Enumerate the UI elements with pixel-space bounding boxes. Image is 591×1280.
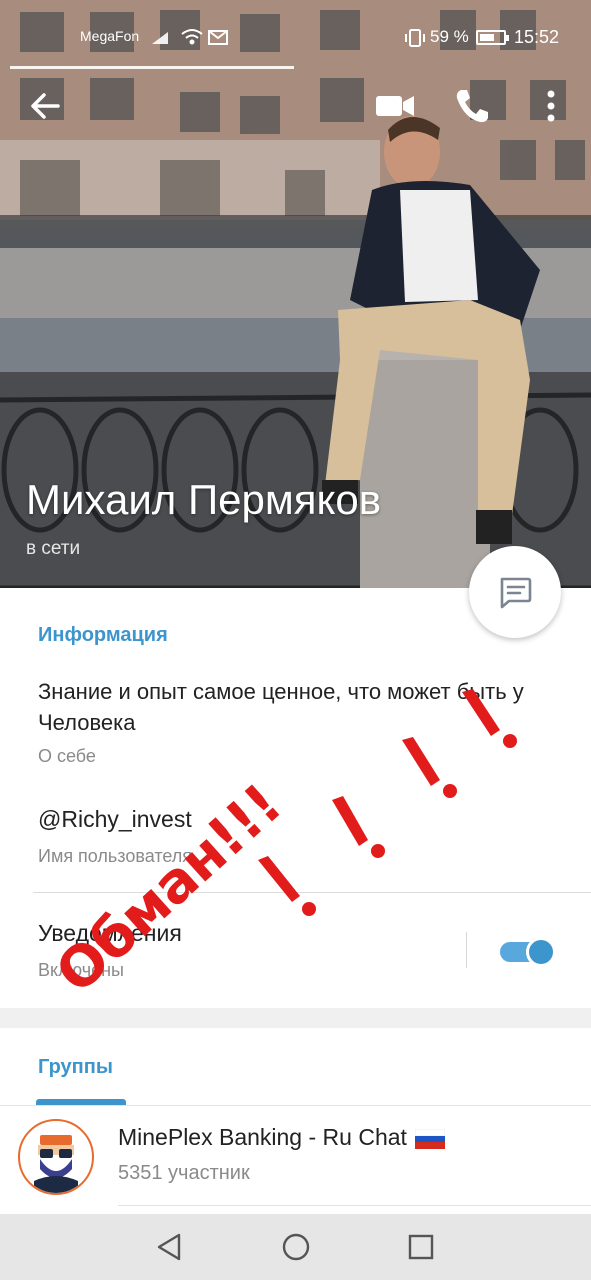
home-circle-icon[interactable]	[281, 1232, 311, 1262]
section-gap	[0, 1008, 591, 1028]
groups-tab[interactable]: Группы	[38, 1056, 113, 1079]
status-bar: MegaFon 59 % 15:52	[0, 0, 591, 70]
video-call-icon[interactable]	[374, 88, 416, 124]
toggle-knob	[526, 937, 556, 967]
profile-name: Михаил Пермяков	[26, 476, 382, 523]
info-section-title: Информация	[38, 624, 168, 646]
profile-photo-header[interactable]: MegaFon 59 % 15:52 Михаил Пермяков в сет…	[0, 0, 591, 588]
battery-icon	[476, 30, 506, 45]
username[interactable]: @Richy_invest	[38, 806, 192, 833]
group-name: MinePlex Banking - Ru Chat	[118, 1124, 446, 1151]
online-status: в сети	[26, 538, 81, 559]
send-message-button[interactable]	[469, 546, 561, 638]
divider	[33, 892, 591, 893]
clock: 15:52	[514, 27, 560, 47]
username-label: Имя пользователя	[38, 846, 193, 866]
notifications-state: Включены	[38, 960, 124, 980]
group-name-text: MinePlex Banking - Ru Chat	[118, 1124, 407, 1150]
recent-square-icon[interactable]	[408, 1234, 434, 1260]
story-progress-line	[10, 66, 294, 69]
row-divider	[118, 1205, 591, 1206]
system-navigation-bar	[0, 1214, 591, 1280]
message-icon	[500, 577, 532, 609]
notifications-toggle[interactable]	[500, 937, 556, 967]
mail-icon	[208, 30, 228, 45]
vibrate-icon	[405, 29, 425, 47]
group-avatar	[18, 1119, 94, 1195]
battery-percent: 59 %	[430, 27, 469, 46]
bio-text[interactable]: Знание и опыт самое ценное, что может бы…	[38, 676, 558, 738]
carrier-label: MegaFon	[80, 28, 140, 44]
group-member-count: 5351 участник	[118, 1162, 250, 1184]
signal-icon	[152, 32, 168, 44]
group-list-item[interactable]: MinePlex Banking - Ru Chat 5351 участник	[0, 1106, 591, 1206]
group-logo-icon	[34, 1135, 78, 1193]
toggle-separator	[466, 932, 467, 968]
battery-nub	[506, 35, 509, 41]
russia-flag-icon	[415, 1128, 446, 1149]
back-triangle-icon[interactable]	[155, 1232, 183, 1262]
back-arrow-icon[interactable]	[26, 86, 66, 126]
more-vert-icon[interactable]	[538, 88, 564, 124]
wifi-icon	[181, 29, 203, 45]
bio-label: О себе	[38, 746, 96, 766]
phone-icon[interactable]	[452, 86, 492, 126]
notifications-label[interactable]: Уведомления	[38, 920, 182, 947]
